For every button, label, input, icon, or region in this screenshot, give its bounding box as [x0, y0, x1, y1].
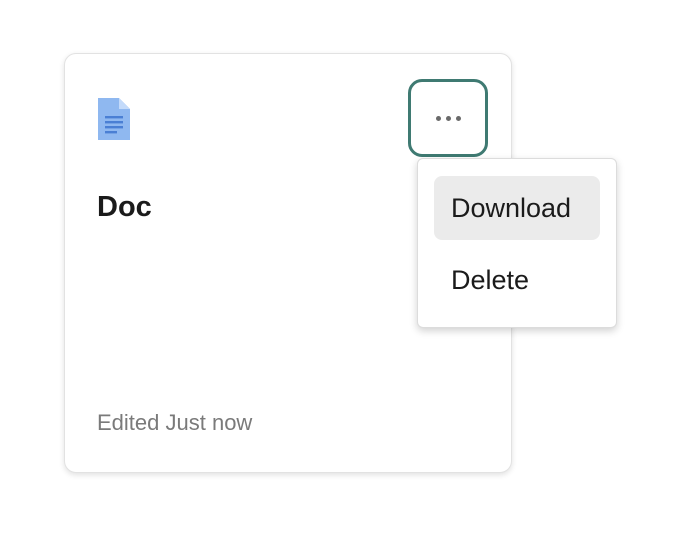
context-menu: Download Delete — [417, 158, 617, 328]
document-icon — [97, 97, 131, 141]
edited-timestamp: Edited Just now — [97, 410, 253, 435]
stage: Doc Edited Just now Download Delete — [0, 0, 680, 540]
more-options-button[interactable] — [408, 79, 488, 157]
menu-item-download[interactable]: Download — [434, 176, 600, 240]
menu-item-delete[interactable]: Delete — [434, 248, 600, 312]
card-title: Doc — [97, 191, 152, 223]
more-horizontal-icon — [435, 115, 461, 121]
